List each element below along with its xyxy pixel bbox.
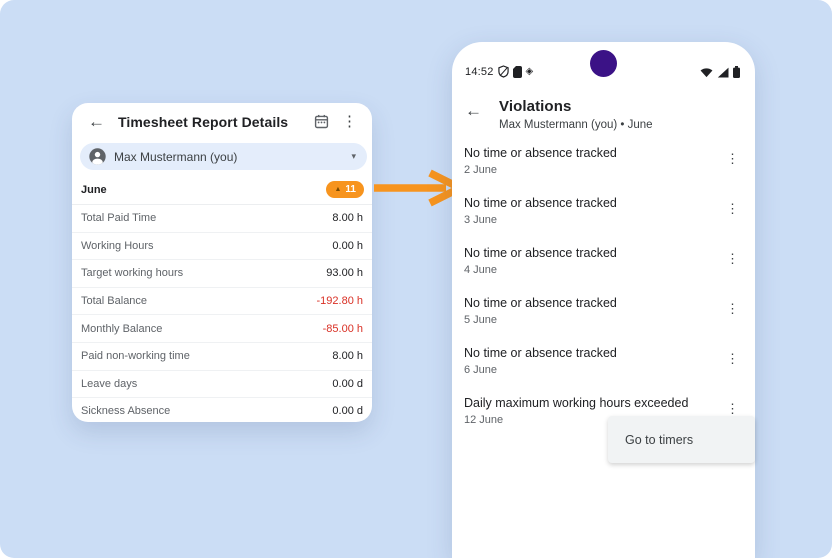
screen-subtitle: Max Mustermann (you) • June: [499, 119, 653, 131]
list-item[interactable]: No time or absence tracked 3 June ⋮: [452, 192, 755, 242]
table-row: Paid non-working time 8.00 h: [72, 343, 372, 371]
header-actions: ⋮: [314, 114, 357, 129]
violation-date: 5 June: [464, 314, 715, 326]
row-value: 93.00 h: [326, 267, 363, 279]
list-item[interactable]: No time or absence tracked 2 June ⋮: [452, 142, 755, 192]
row-label: Target working hours: [81, 267, 183, 279]
row-value: 0.00 d: [332, 405, 363, 417]
list-item[interactable]: No time or absence tracked 5 June ⋮: [452, 292, 755, 342]
sim-card-icon: [513, 66, 522, 78]
diamond-icon: ◈: [526, 67, 534, 77]
row-value: 8.00 h: [332, 212, 363, 224]
shield-icon: [498, 65, 509, 78]
row-label: Working Hours: [81, 240, 154, 252]
kebab-menu-icon[interactable]: ⋮: [342, 114, 357, 129]
violation-date: 3 June: [464, 214, 715, 226]
person-icon: [89, 148, 106, 165]
violation-title: No time or absence tracked: [464, 246, 715, 260]
kebab-menu-icon[interactable]: ⋮: [726, 351, 739, 367]
row-value: -85.00 h: [323, 323, 363, 335]
card-header: ← Timesheet Report Details ⋮: [72, 103, 372, 140]
chevron-down-icon: ▾: [351, 151, 356, 162]
list-item[interactable]: No time or absence tracked 4 June ⋮: [452, 242, 755, 292]
wifi-icon: [700, 67, 713, 78]
warning-icon: ▲: [334, 186, 341, 193]
table-row: Leave days 0.00 d: [72, 371, 372, 399]
context-menu-item-go-to-timers[interactable]: Go to timers: [608, 433, 755, 447]
page-title: Timesheet Report Details: [118, 114, 314, 130]
clock-time: 14:52: [465, 66, 494, 78]
row-value: -192.80 h: [317, 295, 363, 307]
user-selector[interactable]: Max Mustermann (you) ▾: [80, 143, 367, 170]
header-titles: Violations Max Mustermann (you) • June: [499, 98, 653, 131]
row-label: Paid non-working time: [81, 350, 190, 362]
row-label: Total Paid Time: [81, 212, 156, 224]
row-value: 8.00 h: [332, 350, 363, 362]
kebab-menu-icon[interactable]: ⋮: [726, 401, 739, 417]
period-label: June: [81, 184, 107, 196]
phone-panel: 14:52 ◈: [452, 42, 755, 558]
kebab-menu-icon[interactable]: ⋮: [726, 201, 739, 217]
calendar-icon[interactable]: [314, 114, 329, 129]
violation-title: No time or absence tracked: [464, 296, 715, 310]
back-icon[interactable]: ←: [88, 113, 105, 130]
cellular-signal-icon: [717, 67, 729, 78]
violation-title: No time or absence tracked: [464, 346, 715, 360]
violation-title: Daily maximum working hours exceeded: [464, 396, 715, 410]
violation-date: 2 June: [464, 164, 715, 176]
user-selector-label: Max Mustermann (you): [114, 150, 237, 164]
status-bar-right: [700, 66, 740, 78]
canvas: ← Timesheet Report Details ⋮: [0, 0, 832, 558]
table-row: Sickness Absence 0.00 d: [72, 398, 372, 425]
camera-notch: [590, 50, 617, 77]
table-row: Total Balance -192.80 h: [72, 288, 372, 316]
timesheet-report-card: ← Timesheet Report Details ⋮: [72, 103, 372, 422]
violation-title: No time or absence tracked: [464, 146, 715, 160]
violations-badge[interactable]: ▲ 11: [326, 181, 364, 198]
table-row: Working Hours 0.00 h: [72, 233, 372, 261]
period-row[interactable]: June ▲ 11: [72, 175, 372, 205]
list-item[interactable]: No time or absence tracked 6 June ⋮: [452, 342, 755, 392]
row-value: 0.00 d: [332, 378, 363, 390]
violation-date: 6 June: [464, 364, 715, 376]
table-row: Target working hours 93.00 h: [72, 260, 372, 288]
row-value: 0.00 h: [332, 240, 363, 252]
kebab-menu-icon[interactable]: ⋮: [726, 301, 739, 317]
status-bar-left: 14:52 ◈: [465, 65, 533, 78]
violations-list: No time or absence tracked 2 June ⋮ No t…: [452, 142, 755, 442]
context-menu: Go to timers: [608, 416, 755, 463]
violation-title: No time or absence tracked: [464, 196, 715, 210]
row-label: Total Balance: [81, 295, 147, 307]
table-row: Total Paid Time 8.00 h: [72, 205, 372, 233]
row-label: Leave days: [81, 378, 137, 390]
row-label: Monthly Balance: [81, 323, 162, 335]
violations-count: 11: [345, 184, 356, 195]
kebab-menu-icon[interactable]: ⋮: [726, 251, 739, 267]
status-bar: 14:52 ◈: [452, 42, 755, 82]
back-icon[interactable]: ←: [465, 101, 482, 121]
battery-icon: [733, 66, 740, 78]
table-row: Monthly Balance -85.00 h: [72, 315, 372, 343]
row-label: Sickness Absence: [81, 405, 170, 417]
violations-header: ← Violations Max Mustermann (you) • June: [452, 82, 755, 131]
screen-title: Violations: [499, 98, 653, 115]
kebab-menu-icon[interactable]: ⋮: [726, 151, 739, 167]
violation-date: 4 June: [464, 264, 715, 276]
